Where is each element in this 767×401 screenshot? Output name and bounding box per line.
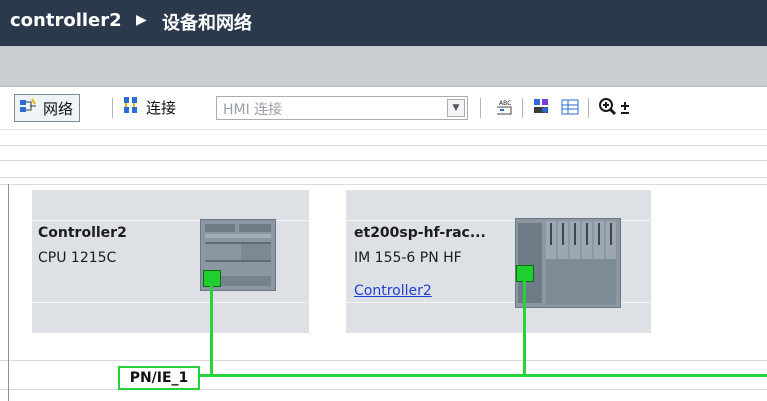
connect-button[interactable]: 连接: [122, 95, 176, 119]
connection-type-select[interactable]: HMI 连接 ▼: [216, 96, 468, 120]
connection-icon: [122, 96, 140, 118]
network-icon: [19, 98, 37, 118]
network-name-label[interactable]: PN/IE_1: [118, 366, 200, 390]
device-type: IM 155-6 PN HF: [354, 250, 462, 266]
network-connection-line[interactable]: [523, 281, 526, 376]
grid-line: [0, 184, 767, 185]
profinet-port[interactable]: [203, 270, 221, 287]
network-label: 网络: [43, 99, 74, 118]
chevron-down-icon[interactable]: ▼: [447, 99, 465, 117]
zoom-in-icon[interactable]: [597, 96, 637, 122]
toolbar-separator: [112, 98, 113, 118]
profinet-network-line[interactable]: [196, 374, 767, 377]
grid-line: [0, 145, 767, 146]
breadcrumb-arrow-icon: ▶: [136, 12, 147, 28]
device-name[interactable]: et200sp-hf-rac...: [354, 225, 486, 241]
svg-text:ABC: ABC: [499, 100, 511, 107]
grid-line: [0, 177, 767, 178]
table-icon[interactable]: [560, 97, 580, 121]
grid-line: [0, 160, 767, 161]
controller-title[interactable]: controller2: [10, 10, 122, 31]
network-button[interactable]: 网络: [14, 94, 81, 122]
canvas-border: [8, 184, 9, 401]
device-name[interactable]: Controller2: [38, 225, 127, 241]
connect-label: 连接: [146, 98, 177, 117]
device-band: [32, 302, 309, 303]
toolbar-separator: [480, 98, 481, 118]
toolbar-separator: [522, 98, 523, 118]
connection-type-value: HMI 连接: [223, 102, 283, 118]
device-type: CPU 1215C: [38, 250, 117, 266]
grid-line: [0, 389, 767, 390]
assigned-controller-link[interactable]: Controller2: [354, 283, 432, 299]
network-connection-line[interactable]: [210, 286, 213, 376]
toolbar-separator: [588, 98, 589, 118]
io-station-icon[interactable]: [515, 218, 621, 308]
section-title: 设备和网络: [162, 13, 252, 34]
abc-label-icon[interactable]: ABC: [494, 97, 514, 121]
device-overview-icon[interactable]: [532, 97, 552, 121]
profinet-port[interactable]: [516, 265, 534, 282]
title-bar: controller2 ▶ 设备和网络: [0, 0, 767, 46]
grid-line: [0, 360, 767, 361]
view-tabs-bar: [0, 46, 767, 87]
network-toolbar: 网络 连接 HMI 连接 ▼ ABC: [0, 87, 767, 130]
